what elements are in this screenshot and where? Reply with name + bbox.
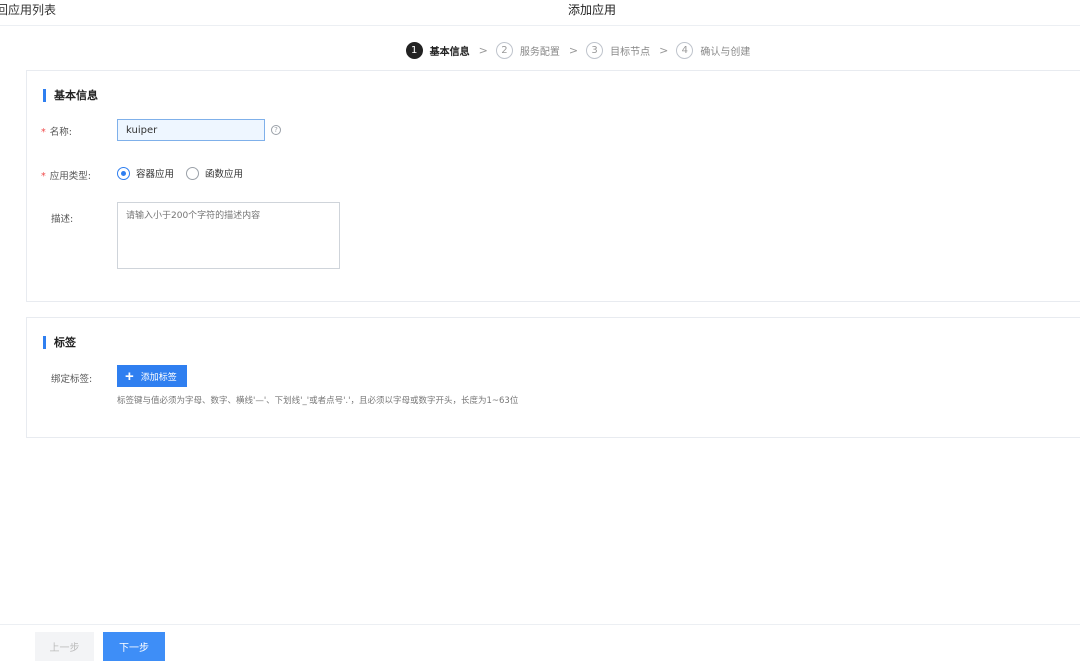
plus-icon: + [125, 367, 134, 385]
tags-card: 标签 绑定标签: + 添加标签 标签键与值必须为字母、数字、横线'—'、下划线'… [26, 317, 1080, 438]
top-bar: 回应用列表 添加应用 [0, 0, 1080, 26]
step-1-label: 基本信息 [429, 46, 470, 58]
page-title: 添加应用 [567, 3, 616, 17]
chevron-right-icon: > [478, 43, 488, 57]
step-2: 2 服务配置 [495, 41, 560, 59]
step-indicator: 1 基本信息 > 2 服务配置 > 3 目标节点 > 4 确认与创建 [0, 40, 1080, 60]
radio-container-app[interactable]: 容器应用 [117, 166, 174, 180]
radio-function-app[interactable]: 函数应用 [186, 166, 243, 180]
add-tag-button[interactable]: + 添加标签 [117, 365, 187, 387]
basic-info-card: 基本信息 *名称: ? *应用类型: 容器应用 函数应用 描述: [26, 70, 1080, 302]
step-1: 1 基本信息 [405, 41, 470, 59]
step-3-label: 目标节点 [610, 46, 651, 58]
help-icon[interactable]: ? [271, 125, 281, 135]
step-4: 4 确认与创建 [676, 41, 751, 59]
chevron-right-icon: > [568, 43, 579, 57]
chevron-right-icon: > [659, 43, 669, 57]
description-label: 描述: [51, 214, 74, 225]
add-tag-button-label: 添加标签 [140, 371, 177, 382]
description-textarea[interactable] [117, 202, 340, 269]
app-type-label: * 应用类型: [41, 168, 91, 182]
next-step-button[interactable]: 下一步 [103, 632, 165, 661]
section-accent-bar [43, 88, 46, 102]
step-4-number: 4 [676, 41, 694, 59]
section-accent-bar [43, 335, 46, 349]
app-type-label-text: 应用类型: [49, 171, 91, 182]
radio-function-app-label: 函数应用 [205, 169, 244, 180]
tags-title: 标签 [43, 334, 76, 350]
radio-unchecked-icon [186, 166, 200, 180]
step-1-number: 1 [405, 41, 423, 59]
basic-info-title-text: 基本信息 [54, 89, 98, 102]
tags-title-text: 标签 [54, 336, 76, 349]
app-type-radio-group: 容器应用 函数应用 [117, 166, 255, 180]
prev-step-button[interactable]: 上一步 [35, 632, 94, 661]
required-asterisk: * [41, 171, 46, 182]
radio-checked-icon [117, 166, 130, 180]
step-3: 3 目标节点 [586, 41, 651, 59]
tag-hint-text: 标签键与值必须为字母、数字、横线'—'、下划线'_'或者点号'.'，且必须以字母… [117, 396, 519, 406]
radio-container-app-label: 容器应用 [136, 169, 175, 180]
step-2-label: 服务配置 [519, 46, 560, 58]
step-3-number: 3 [586, 41, 604, 59]
step-4-label: 确认与创建 [700, 46, 751, 58]
name-label-text: 名称: [49, 127, 72, 138]
bind-tags-label: 绑定标签: [51, 374, 93, 385]
step-2-number: 2 [495, 41, 513, 59]
basic-info-title: 基本信息 [43, 87, 98, 103]
name-label: * 名称: [41, 124, 72, 138]
required-asterisk: * [41, 127, 46, 138]
name-input[interactable] [117, 119, 265, 141]
